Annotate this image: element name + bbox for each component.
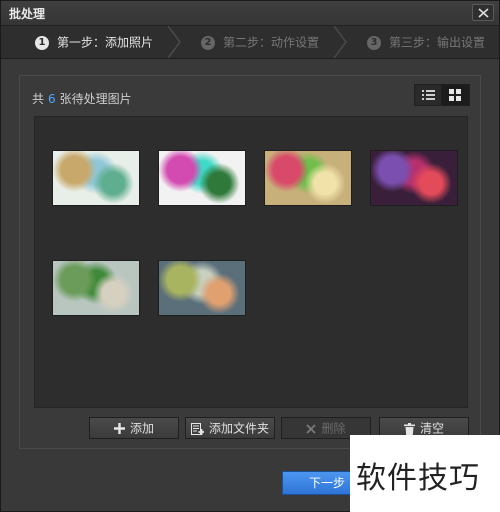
count-value: 6 <box>48 92 56 106</box>
thumbnail-3[interactable] <box>264 150 352 206</box>
step-output-settings: 3 第三步：输出设置 <box>367 26 485 58</box>
watermark: 软件技巧 <box>350 435 500 512</box>
step-label: 第二步：动作设置 <box>223 35 320 50</box>
wizard-steps: 1 第一步：添加照片 2 第二步：动作设置 3 第三步：输出设置 <box>1 26 499 59</box>
delete-label: 删除 <box>321 421 346 436</box>
count-prefix: 共 <box>32 92 45 106</box>
photo-count: 共 6 张待处理图片 <box>32 90 132 107</box>
step-divider-icon <box>167 26 181 58</box>
step-action-settings: 2 第二步：动作设置 <box>201 26 319 58</box>
view-mode-toggle <box>414 84 470 106</box>
add-label: 添加 <box>129 421 154 436</box>
add-folder-label: 添加文件夹 <box>208 421 269 436</box>
grid-view-icon <box>449 89 461 101</box>
thumbnail-4[interactable] <box>370 150 458 206</box>
title-bar: 批处理 <box>1 1 499 26</box>
step-number: 2 <box>201 35 215 50</box>
thumbnail-1[interactable] <box>52 150 140 206</box>
grid-view-button[interactable] <box>442 85 469 105</box>
count-suffix: 张待处理图片 <box>59 92 132 106</box>
step-add-photos: 1 第一步：添加照片 <box>35 26 153 58</box>
watermark-text: 软件技巧 <box>356 461 480 496</box>
close-icon <box>478 8 489 18</box>
step-divider-icon <box>333 26 347 58</box>
plus-icon <box>113 423 125 434</box>
cross-icon <box>306 423 317 434</box>
close-button[interactable] <box>472 4 494 21</box>
step-label: 第三步：输出设置 <box>389 35 486 50</box>
thumbnail-grid <box>34 116 468 408</box>
photo-list-panel: 共 6 张待处理图片 <box>19 75 481 449</box>
clear-label: 清空 <box>419 421 444 436</box>
add-folder-icon <box>190 422 204 435</box>
add-button[interactable]: 添加 <box>89 417 179 439</box>
window-title: 批处理 <box>9 7 46 21</box>
step-label: 第一步：添加照片 <box>57 35 154 50</box>
add-folder-button[interactable]: 添加文件夹 <box>185 417 275 439</box>
thumbnail-6[interactable] <box>158 260 246 316</box>
thumbnail-2[interactable] <box>158 150 246 206</box>
trash-icon <box>403 422 415 435</box>
step-number: 1 <box>35 35 49 50</box>
step-number: 3 <box>367 35 381 50</box>
thumbnail-5[interactable] <box>52 260 140 316</box>
list-view-button[interactable] <box>415 85 442 105</box>
list-view-icon <box>422 90 435 100</box>
